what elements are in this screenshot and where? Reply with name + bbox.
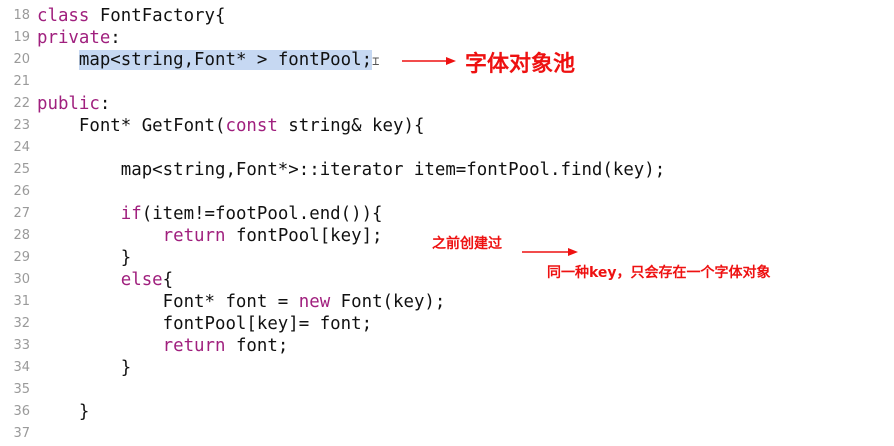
code-line[interactable]: 19 private:	[0, 28, 894, 50]
line-number: 30	[13, 272, 30, 287]
line-number: 31	[13, 294, 30, 309]
code-line[interactable]: 21	[0, 72, 894, 94]
code-token: }	[37, 402, 90, 422]
code-token: Font* GetFont(	[37, 116, 226, 136]
code-text: map<string,Font* > fontPool;⌶	[37, 50, 379, 70]
code-text: return fontPool[key];	[37, 226, 383, 246]
keyword-token: new	[298, 292, 331, 312]
code-text: }	[37, 402, 89, 422]
code-token: }	[37, 358, 132, 378]
keyword-token: if	[120, 204, 142, 224]
code-line[interactable]: 26	[0, 182, 894, 204]
code-text: }	[37, 358, 131, 378]
line-number: 24	[13, 140, 30, 155]
line-number: 33	[13, 338, 30, 353]
one-key-annotation: 同一种key，只会存在一个字体对象	[547, 265, 771, 281]
code-line[interactable]: 34 }	[0, 358, 894, 380]
line-number: 21	[13, 74, 30, 89]
code-line[interactable]: 18 class FontFactory{	[0, 6, 894, 28]
selected-text: map<string,Font* > fontPool;	[78, 50, 373, 70]
code-text: map<string,Font*>::iterator item=fontPoo…	[37, 160, 665, 180]
code-line[interactable]: 37	[0, 424, 894, 446]
code-token: :	[110, 28, 121, 48]
keyword-token: else	[120, 270, 163, 290]
code-line[interactable]: 32 fontPool[key]= font;	[0, 314, 894, 336]
code-line[interactable]: 27 if(item!=footPool.end()){	[0, 204, 894, 226]
code-text: public:	[37, 94, 110, 114]
code-token: font;	[225, 336, 289, 356]
code-token: FontFactory{	[89, 6, 226, 26]
line-number: 36	[13, 404, 30, 419]
code-token: string& key){	[277, 116, 425, 136]
code-line[interactable]: 20 map<string,Font* > fontPool;⌶	[0, 50, 894, 72]
code-token: :	[99, 94, 111, 114]
line-number: 27	[13, 206, 30, 221]
code-token: fontPool[key];	[225, 226, 383, 246]
code-line[interactable]: 22 public:	[0, 94, 894, 116]
code-text: class FontFactory{	[37, 6, 225, 26]
line-number: 23	[13, 118, 30, 133]
code-line[interactable]: 24	[0, 138, 894, 160]
code-line[interactable]: 33 return font;	[0, 336, 894, 358]
code-line[interactable]: 23 Font* GetFont(const string& key){	[0, 116, 894, 138]
text-cursor-icon: ⌶	[372, 54, 380, 68]
line-number: 32	[13, 316, 30, 331]
code-text: return font;	[37, 336, 289, 356]
keyword-token: public	[37, 94, 100, 114]
code-text: fontPool[key]= font;	[37, 314, 372, 334]
code-text: Font* GetFont(const string& key){	[37, 116, 425, 136]
code-token: }	[37, 248, 132, 268]
code-token: {	[162, 270, 174, 290]
code-line[interactable]: 35	[0, 380, 894, 402]
pool-annotation: 字体对象池	[465, 52, 576, 77]
code-text: Font* font = new Font(key);	[37, 292, 446, 312]
line-number: 26	[13, 184, 30, 199]
code-line[interactable]: 36 }	[0, 402, 894, 424]
line-number: 20	[13, 52, 30, 67]
line-number: 29	[13, 250, 30, 265]
line-number: 35	[13, 382, 30, 397]
created-annotation: 之前创建过	[432, 236, 502, 252]
code-token: (item!=footPool.end()){	[141, 204, 383, 224]
keyword-token: const	[225, 116, 278, 136]
code-token: Font* font =	[37, 292, 299, 312]
line-number: 19	[13, 30, 30, 45]
code-token: fontPool[key]= font;	[37, 314, 373, 334]
line-number: 22	[13, 96, 30, 111]
code-text: if(item!=footPool.end()){	[37, 204, 383, 224]
keyword-token: return	[162, 226, 226, 246]
code-text: else{	[37, 270, 173, 290]
code-token: Font(key);	[330, 292, 446, 312]
code-editor[interactable]: 18 class FontFactory{19 private: 20 map<str…	[0, 0, 894, 441]
line-number: 25	[13, 162, 30, 177]
line-number: 28	[13, 228, 30, 243]
code-token: map<string,Font*>::iterator item=fontPoo…	[37, 160, 666, 180]
code-line[interactable]: 25 map<string,Font*>::iterator item=font…	[0, 160, 894, 182]
line-number: 18	[13, 8, 30, 23]
line-number: 34	[13, 360, 30, 375]
keyword-token: class	[37, 6, 90, 26]
keyword-token: private	[37, 28, 111, 48]
code-text: private:	[37, 28, 121, 48]
keyword-token: return	[162, 336, 226, 356]
code-text: }	[37, 248, 131, 268]
code-line[interactable]: 31 Font* font = new Font(key);	[0, 292, 894, 314]
